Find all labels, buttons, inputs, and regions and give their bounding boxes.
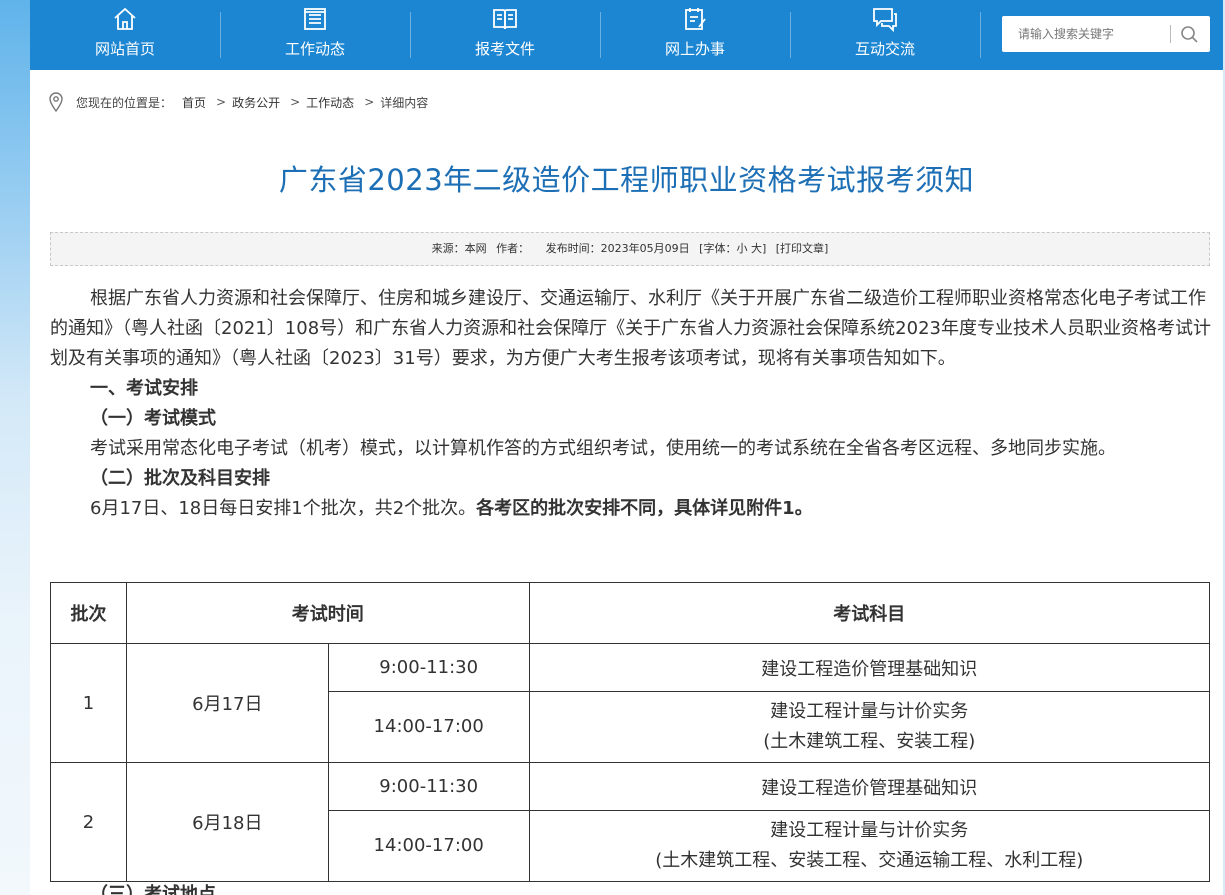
location-pin-icon [49, 92, 63, 112]
paragraph-bold-text: 各考区的批次安排不同，具体详见附件1。 [476, 498, 813, 519]
section-heading: 一、考试安排 [90, 378, 198, 399]
meta-source: 来源：本网 [431, 242, 487, 255]
breadcrumb-separator: > [364, 95, 375, 109]
nav-item-files[interactable]: 报考文件 [410, 0, 600, 70]
meta-date: 发布时间：2023年05月09日 [545, 242, 690, 255]
breadcrumb-prefix: 您现在的位置是： [76, 95, 173, 110]
table-header-row: 批次 考试时间 考试科目 [50, 582, 1211, 644]
table-cell-batch: 1 [50, 643, 127, 763]
search-divider [1170, 25, 1171, 43]
page: 网站首页 工作动态 报考文件 网上办事 互动交流 请输入搜索关键字 您现在的位置… [30, 0, 1223, 895]
breadcrumb-gov-affairs[interactable]: 政务公开 [232, 94, 280, 111]
subject-name: 建设工程计量与计价实务 [770, 701, 969, 722]
subsection-heading-partial: （三）考试地点 [90, 884, 216, 895]
table-cell-batch: 2 [50, 762, 127, 882]
table-cell-time: 9:00-11:30 [327, 762, 530, 811]
table-cell-subject: 建设工程计量与计价实务 (土木建筑工程、安装工程) [528, 691, 1211, 763]
table-row: 2 6月18日 9:00-11:30 建设工程造价管理基础知识 [50, 762, 1211, 882]
subject-scope: (土木建筑工程、安装工程) [763, 731, 976, 752]
table-cell-time: 14:00-17:00 [327, 691, 530, 763]
table-cell-time: 14:00-17:00 [327, 810, 530, 882]
nav-item-news[interactable]: 工作动态 [220, 0, 410, 70]
top-nav: 网站首页 工作动态 报考文件 网上办事 互动交流 请输入搜索关键字 [30, 0, 1223, 70]
schedule-table: 批次 考试时间 考试科目 1 6月17日 9:00-11:30 建设工程造价管理… [50, 582, 1211, 882]
nav-label-services: 网上办事 [664, 40, 725, 58]
paragraph: 考试采用常态化电子考试（机考）模式，以计算机作答的方式组织考试，使用统一的考试系… [90, 438, 1116, 459]
page-title: 广东省2023年二级造价工程师职业资格考试报考须知 [278, 163, 975, 197]
search-box [1002, 16, 1210, 52]
subsection-heading: （一）考试模式 [90, 408, 216, 429]
chat-icon [873, 8, 897, 32]
breadcrumb-separator: > [290, 95, 301, 109]
nav-item-services[interactable]: 网上办事 [600, 0, 790, 70]
book-icon [493, 9, 517, 30]
news-icon [304, 8, 326, 30]
home-icon [114, 7, 136, 30]
meta-author: 作者： [496, 242, 530, 255]
table-cell-subject: 建设工程造价管理基础知识 [528, 762, 1211, 811]
table-header: 批次 [50, 582, 127, 644]
paragraph: 6月17日、18日每日安排1个批次，共2个批次。各考区的批次安排不同，具体详见附… [50, 494, 1212, 524]
nav-item-interact[interactable]: 互动交流 [790, 0, 980, 70]
table-cell-time: 9:00-11:30 [327, 643, 530, 692]
nav-label-home: 网站首页 [94, 40, 155, 58]
table-cell-subject: 建设工程计量与计价实务 (土木建筑工程、安装工程、交通运输工程、水利工程) [528, 810, 1211, 882]
table-cell-date: 6月18日 [125, 762, 329, 882]
subsection-heading: （二）批次及科目安排 [90, 468, 270, 489]
breadcrumb-home[interactable]: 首页 [182, 94, 206, 111]
table-header: 考试科目 [528, 582, 1211, 644]
breadcrumb-separator: > [216, 95, 227, 109]
font-size-toggle[interactable]: [字体：小 大] [699, 242, 766, 255]
nav-label-news: 工作动态 [284, 40, 345, 58]
intro-paragraph: 根据广东省人力资源和社会保障厅、住房和城乡建设厅、交通运输厅、水利厅《关于开展广… [50, 288, 1211, 369]
article-body: 根据广东省人力资源和社会保障厅、住房和城乡建设厅、交通运输厅、水利厅《关于开展广… [50, 284, 1212, 524]
breadcrumb-work-news[interactable]: 工作动态 [306, 94, 354, 111]
search-icon[interactable] [1178, 24, 1200, 44]
table-cell-subject: 建设工程造价管理基础知识 [528, 643, 1211, 692]
table-row: 1 6月17日 9:00-11:30 建设工程造价管理基础知识 [50, 643, 1211, 763]
article-meta: 来源：本网 作者： 发布时间：2023年05月09日 [字体：小 大] [打印文… [50, 232, 1210, 266]
nav-label-interact: 互动交流 [854, 40, 915, 58]
nav-item-home[interactable]: 网站首页 [30, 0, 220, 70]
search-input[interactable] [1002, 16, 1170, 52]
table-header: 考试时间 [125, 582, 530, 644]
nav-label-files: 报考文件 [474, 40, 535, 58]
side-decoration [0, 0, 30, 895]
nav-divider [980, 12, 981, 58]
breadcrumb-current: 详细内容 [380, 95, 429, 110]
table-cell-date: 6月17日 [125, 643, 329, 763]
form-icon [685, 8, 706, 30]
print-link[interactable]: [打印文章] [776, 242, 829, 255]
subject-name: 建设工程计量与计价实务 [770, 820, 969, 841]
breadcrumb: 您现在的位置是： 首页 > 政务公开 > 工作动态 > 详细内容 [48, 90, 432, 114]
subject-scope: (土木建筑工程、安装工程、交通运输工程、水利工程) [655, 850, 1084, 871]
paragraph-text: 6月17日、18日每日安排1个批次，共2个批次。 [90, 498, 477, 519]
